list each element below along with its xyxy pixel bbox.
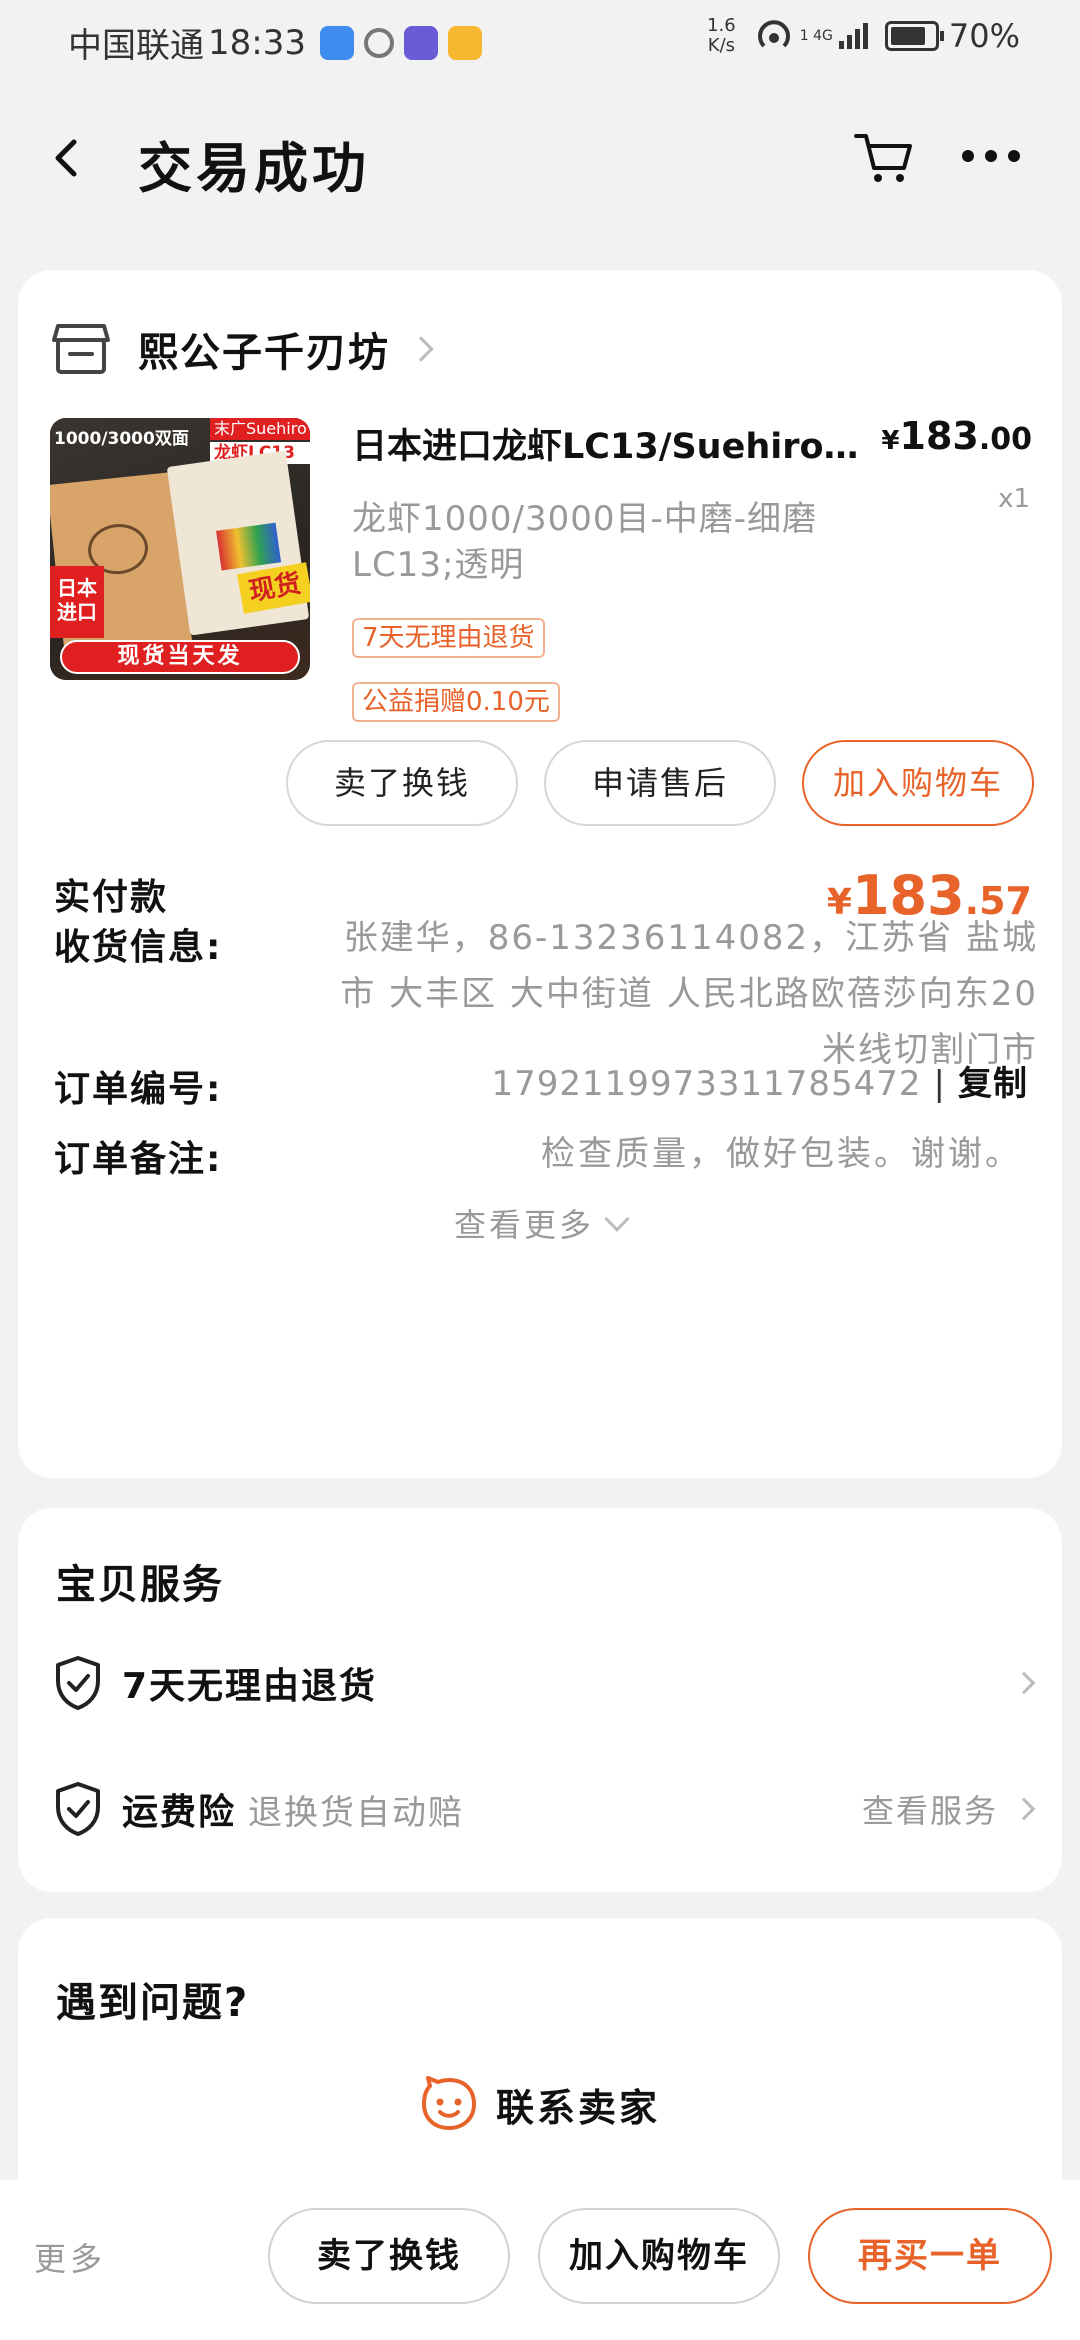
- service-subtitle: 退换货自动赔: [248, 1792, 465, 1833]
- product-quantity: x1: [998, 484, 1030, 514]
- network-type: 1 4G: [799, 28, 833, 44]
- rebuy-button[interactable]: 再买一单: [808, 2208, 1052, 2304]
- view-more-button[interactable]: 查看更多: [18, 1200, 1062, 1246]
- thumb-brand-text: 末广Suehiro: [210, 418, 310, 440]
- view-service-label: 查看服务: [861, 1792, 998, 1830]
- more-actions-link[interactable]: 更多: [34, 2234, 106, 2280]
- return-policy-tag: 7天无理由退货: [352, 618, 545, 658]
- status-bar: 中国联通 18:33 1.6 K/s 1 4G 70%: [0, 0, 1080, 78]
- help-card: 遇到问题? 联系卖家: [18, 1918, 1062, 2218]
- service-right: [998, 1671, 1036, 1695]
- bottom-action-bar: 更多 卖了换钱 加入购物车 再买一单: [0, 2180, 1080, 2340]
- net-speed-value: 1.6: [707, 15, 736, 36]
- service-item-return[interactable]: 7天无理由退货: [54, 1648, 1036, 1718]
- product-price: ¥183.00: [881, 414, 1032, 458]
- product-sku: 龙虾1000/3000目-中磨-细磨LC13;透明: [352, 499, 818, 585]
- service-name: 7天无理由退货: [122, 1666, 378, 1707]
- net-speed: 1.6 K/s: [707, 16, 736, 56]
- copy-button[interactable]: 复制: [958, 1064, 1028, 1104]
- order-card: 熙公子千刃坊 1000/3000双面 末广Suehiro 龙虾LC13 日本 进…: [18, 270, 1062, 1478]
- bottom-add-to-cart-button[interactable]: 加入购物车: [538, 2208, 780, 2304]
- notification-app-icon: [403, 25, 438, 60]
- chat-face-icon: [421, 2076, 476, 2130]
- product-price-int: 183: [899, 414, 979, 458]
- order-number-label: 订单编号:: [54, 1069, 223, 1110]
- carrier-name: 中国联通: [68, 26, 204, 66]
- thumb-origin-line1: 日本: [57, 576, 97, 600]
- shop-icon: [52, 324, 110, 374]
- thumb-origin-badge: 日本 进口: [50, 566, 104, 638]
- order-number-separator: |: [933, 1064, 946, 1104]
- thumb-banner: 现货当天发: [60, 640, 300, 674]
- order-number: 1792119973311785472: [491, 1064, 922, 1104]
- view-service-link[interactable]: 查看服务: [861, 1786, 1036, 1832]
- battery-icon: [884, 21, 944, 51]
- hotspot-icon: [757, 20, 790, 48]
- product-title[interactable]: 日本进口龙虾LC13/Suehiro…: [352, 418, 892, 469]
- service-name: 运费险: [122, 1792, 237, 1833]
- sell-button[interactable]: 卖了换钱: [286, 740, 518, 826]
- service-item-shipping-insurance[interactable]: 运费险 退换货自动赔 查看服务: [54, 1774, 1036, 1844]
- product-price-dec: .00: [978, 422, 1032, 457]
- view-more-label: 查看更多: [453, 1206, 594, 1244]
- bottom-sell-button[interactable]: 卖了换钱: [268, 2208, 510, 2304]
- shop-name[interactable]: 熙公子千刃坊: [138, 320, 390, 378]
- shipping-address: 张建华，86-13236114082，江苏省 盐城市 大丰区 大中街道 人民北路…: [340, 918, 1038, 1070]
- add-to-cart-button[interactable]: 加入购物车: [802, 740, 1034, 826]
- charity-tag: 公益捐赠0.10元: [352, 682, 560, 722]
- help-title: 遇到问题?: [56, 1980, 250, 2026]
- services-card: 宝贝服务 7天无理由退货 运费险 退换货自动赔 查看服务: [18, 1508, 1062, 1892]
- top-nav: 交易成功: [0, 100, 1080, 220]
- whetstone-package-image: [166, 450, 310, 636]
- shield-check-icon: [56, 1782, 100, 1836]
- contact-seller-label: 联系卖家: [495, 2085, 660, 2130]
- order-note-label: 订单备注:: [54, 1139, 223, 1180]
- status-bar-left: 中国联通 18:33: [68, 18, 492, 67]
- product-price-symbol: ¥: [881, 426, 900, 456]
- chevron-right-icon: [408, 336, 434, 362]
- more-options-icon[interactable]: [958, 136, 1024, 176]
- page-title: 交易成功: [138, 137, 370, 200]
- status-bar-right: 1.6 K/s 1 4G 70%: [707, 16, 1020, 56]
- order-note: 检查质量，做好包装。谢谢。: [541, 1134, 1022, 1174]
- product-thumbnail[interactable]: 1000/3000双面 末广Suehiro 龙虾LC13 日本 进口 现货 现货…: [50, 418, 310, 680]
- shield-check-icon: [56, 1656, 100, 1710]
- contact-seller-button[interactable]: 联系卖家: [18, 2076, 1062, 2132]
- back-icon[interactable]: [40, 128, 100, 188]
- order-number-row: 1792119973311785472 | 复制: [492, 1056, 1028, 1105]
- shop-header[interactable]: 熙公子千刃坊: [52, 314, 434, 384]
- weather-app-icon: [319, 25, 354, 60]
- sync-icon: [363, 27, 394, 58]
- chevron-right-icon: [1012, 1797, 1036, 1821]
- battery-percent: 70%: [948, 17, 1020, 55]
- address-label: 收货信息:: [54, 927, 223, 968]
- notes-app-icon: [447, 25, 482, 60]
- clock: 18:33: [208, 22, 306, 63]
- after-sale-button[interactable]: 申请售后: [544, 740, 776, 826]
- thumb-origin-line2: 进口: [57, 600, 97, 624]
- net-speed-unit: K/s: [707, 35, 736, 56]
- chevron-right-icon: [1012, 1671, 1036, 1695]
- cart-icon[interactable]: [852, 126, 916, 190]
- signal-icon: [838, 23, 868, 49]
- paid-label: 实付款: [54, 877, 169, 918]
- services-title: 宝贝服务: [56, 1562, 224, 1608]
- chevron-down-icon: [604, 1206, 630, 1232]
- thumb-top-left-text: 1000/3000双面: [54, 429, 189, 449]
